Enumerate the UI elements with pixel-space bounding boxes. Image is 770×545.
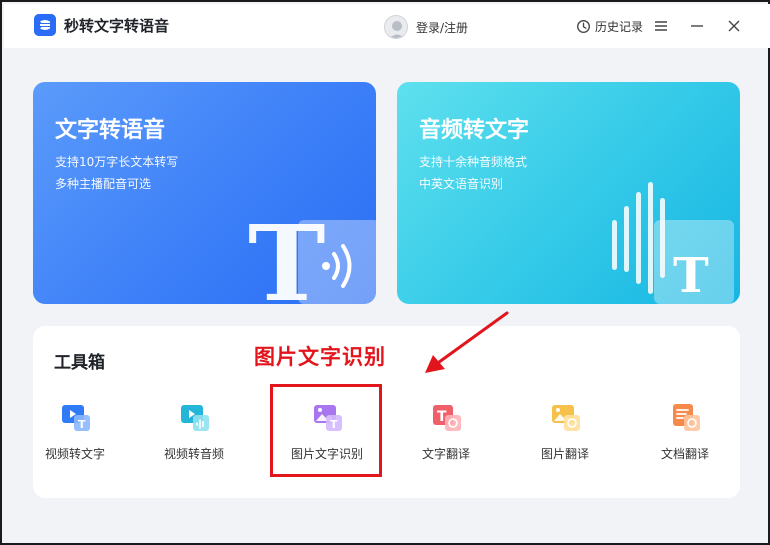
annotation-arrow-icon	[417, 307, 517, 382]
history-label: 历史记录	[595, 19, 644, 34]
app-title: 秒转文字转语音	[64, 17, 170, 35]
hamburger-menu-icon	[655, 21, 667, 31]
app-logo-icon	[34, 14, 56, 36]
video-to-audio-icon	[179, 401, 211, 433]
text-to-speech-card[interactable]: 文字转语音 支持10万字长文本转写 多种主播配音可选 T	[33, 82, 376, 304]
speech-to-text-card[interactable]: 音频转文字 支持十余种音频格式 中英文语音识别 T	[397, 82, 740, 304]
close-icon	[728, 20, 740, 32]
tool-text-translate[interactable]: T 文字翻译	[401, 392, 491, 467]
user-avatar[interactable]	[384, 15, 408, 39]
app-window: 秒转文字转语音 登录/注册 历史记录 文字转语音 支持10万字长文本转写 多种主…	[0, 0, 770, 545]
audio-wave-icon: T	[602, 182, 740, 304]
toolbox-title: 工具箱	[54, 353, 105, 373]
tool-label: 视频转文字	[44, 447, 105, 461]
annotation-highlight-box	[270, 384, 382, 477]
tool-label: 文档翻译	[660, 447, 709, 461]
card-description: 多种主播配音可选	[55, 177, 152, 191]
text-translate-icon: T	[431, 401, 463, 433]
minimize-icon	[691, 25, 703, 27]
tool-label: 视频转音频	[163, 447, 224, 461]
document-translate-icon	[670, 401, 702, 433]
svg-text:T: T	[78, 418, 86, 431]
history-button[interactable]: 历史记录	[576, 17, 643, 35]
tool-label: 文字翻译	[421, 447, 470, 461]
menu-button[interactable]	[652, 17, 670, 35]
annotation-label: 图片文字识别	[254, 345, 386, 369]
toolbox-panel: 工具箱 T 视频转文字 视频转音频 T 图片文字识别 T 文字翻译 图片翻译 文…	[33, 326, 740, 498]
card-description: 支持十余种音频格式	[419, 155, 528, 169]
svg-text:T: T	[673, 248, 709, 304]
tool-label: 图片翻译	[540, 447, 589, 461]
tool-video-to-audio[interactable]: 视频转音频	[149, 392, 239, 467]
title-bar: 秒转文字转语音 登录/注册 历史记录	[4, 4, 770, 48]
close-button[interactable]	[725, 17, 743, 35]
tool-document-translate[interactable]: 文档翻译	[640, 392, 730, 467]
minimize-button[interactable]	[688, 17, 706, 35]
card-title: 音频转文字	[419, 118, 530, 143]
card-title: 文字转语音	[55, 118, 166, 143]
text-to-speech-icon: T	[238, 182, 376, 304]
history-icon	[577, 19, 590, 33]
login-register-link[interactable]: 登录/注册	[416, 19, 468, 36]
card-description: 中英文语音识别	[419, 177, 504, 191]
image-translate-icon	[550, 401, 582, 433]
card-description: 支持10万字长文本转写	[55, 155, 179, 169]
tool-video-to-text[interactable]: T 视频转文字	[30, 392, 120, 467]
tool-image-translate[interactable]: 图片翻译	[520, 392, 610, 467]
video-to-text-icon: T	[60, 401, 92, 433]
